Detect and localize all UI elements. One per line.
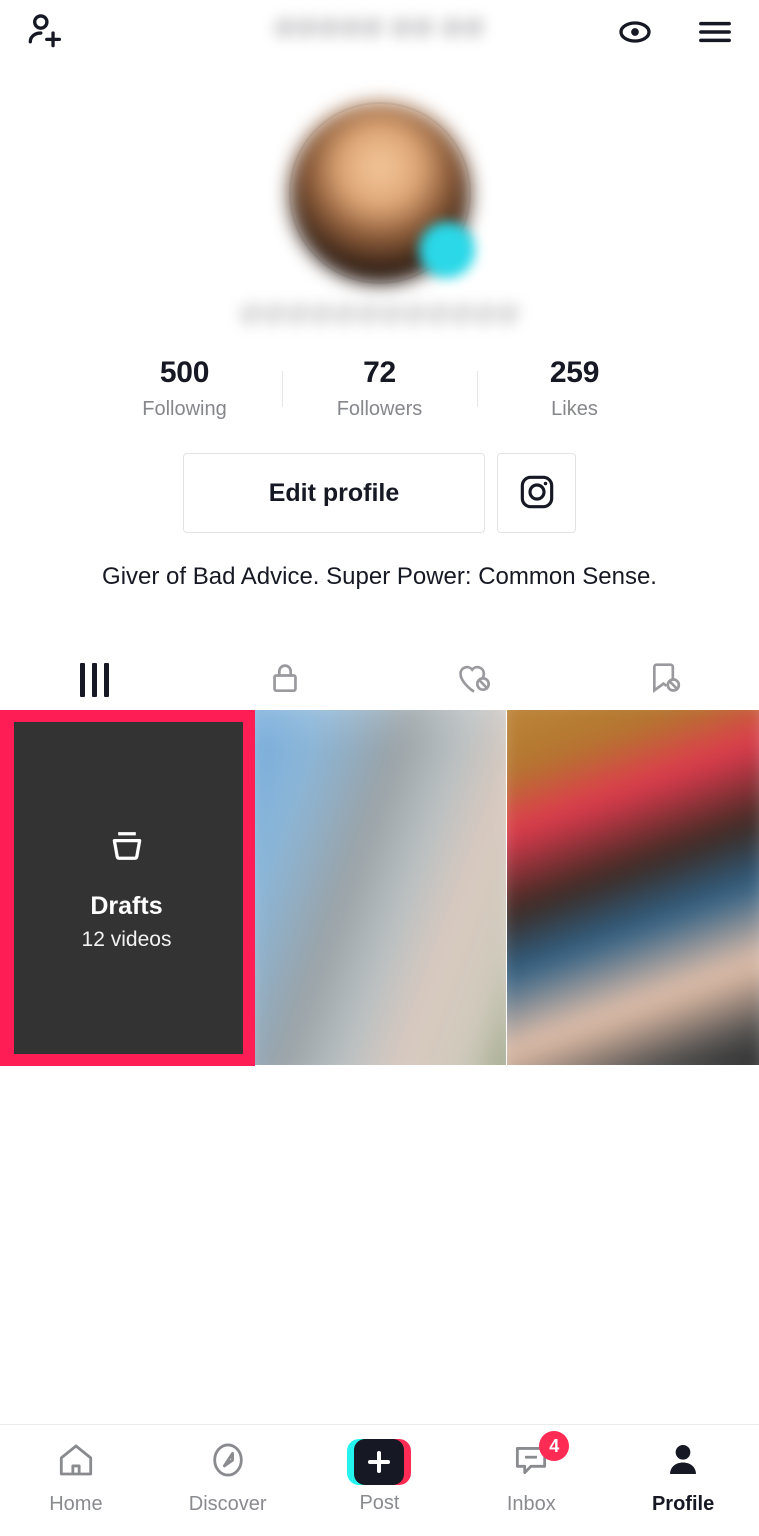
top-bar-left [24,11,66,53]
instagram-icon [517,472,557,515]
drafts-tile[interactable]: Drafts 12 videos [0,710,253,1065]
inbox-badge: 4 [539,1431,570,1461]
tab-saved[interactable] [569,650,759,710]
top-bar-username: @@@@@ @@ @@ [274,14,485,39]
video-grid: Drafts 12 videos [0,710,759,1065]
tiktok-profile-screen: @@@@@ @@ @@ @@@@@@@@@@@@ 500 Following 7… [0,0,759,1536]
nav-item-discover[interactable]: Discover [152,1439,304,1516]
stat-following[interactable]: 500 Following [88,356,282,421]
plus-vertical [377,1451,382,1473]
plus-icon [347,1439,412,1485]
lock-icon [266,659,304,702]
bookmark-hidden-icon [644,658,684,703]
followers-label: Followers [336,398,423,420]
profile-header: @@@@@@@@@@@@ 500 Following 72 Followers … [0,64,759,591]
avatar[interactable] [288,102,475,284]
compass-icon [207,1439,249,1486]
nav-item-profile[interactable]: Profile [607,1439,759,1516]
thumbnail-image [507,710,759,1065]
nav-item-post[interactable]: Post [304,1439,456,1515]
top-bar-right [615,12,735,52]
home-icon [55,1439,97,1486]
heart-hidden-icon [454,658,494,703]
likes-label: Likes [551,398,598,420]
likes-count: 259 [549,356,600,389]
tab-videos[interactable] [0,650,190,710]
video-thumbnail-2[interactable] [506,710,759,1065]
nav-label-post: Post [359,1492,400,1514]
edit-profile-button[interactable]: Edit profile [183,453,485,533]
followers-count: 72 [363,356,396,389]
drafts-subtitle: 12 videos [81,928,172,951]
person-filled-icon [662,1439,704,1486]
top-bar: @@@@@ @@ @@ [0,0,759,64]
person-add-icon[interactable] [24,11,66,53]
drafts-tray-icon [104,823,150,874]
stats-row: 500 Following 72 Followers 259 Likes [0,356,759,421]
hamburger-menu-icon[interactable] [695,12,735,52]
following-count: 500 [159,356,210,389]
nav-label-inbox: Inbox [506,1493,556,1515]
eye-icon[interactable] [615,12,655,52]
profile-handle: @@@@@@@@@@@@ [239,300,520,327]
nav-label-discover: Discover [188,1493,267,1515]
nav-label-profile: Profile [651,1493,715,1515]
video-thumbnail-1[interactable] [253,710,506,1065]
profile-actions: Edit profile [0,453,759,533]
profile-bio: Giver of Bad Advice. Super Power: Common… [102,563,657,590]
stat-followers[interactable]: 72 Followers [283,356,477,421]
tab-private[interactable] [190,650,380,710]
instagram-link-button[interactable] [497,453,576,533]
drafts-title: Drafts [90,892,163,920]
thumbnail-image [254,710,506,1065]
nav-label-home: Home [49,1493,103,1515]
nav-item-home[interactable]: Home [0,1439,152,1516]
profile-tabs [0,650,759,710]
status-badge [418,222,475,278]
bottom-navigation: Home Discover Post 4 Inbox Profile [0,1424,759,1536]
stat-likes[interactable]: 259 Likes [478,356,672,421]
following-label: Following [142,398,227,420]
nav-item-inbox[interactable]: 4 Inbox [455,1431,607,1516]
tab-liked[interactable] [380,650,570,710]
grid-icon [80,663,110,697]
post-core [354,1439,405,1485]
